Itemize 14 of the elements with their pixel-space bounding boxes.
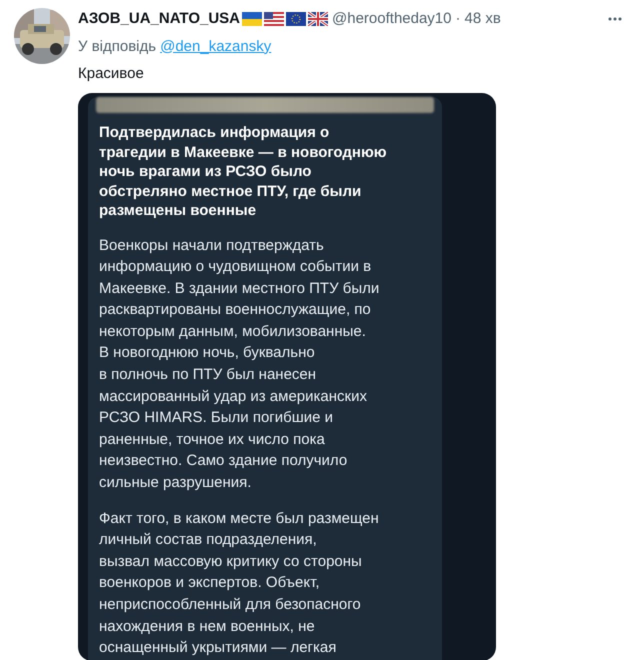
tweet-text: Красивое: [78, 64, 145, 84]
user-handle[interactable]: @herooftheday10: [332, 8, 452, 30]
flag-icon: [242, 12, 262, 26]
message-paragraph: Факт того, в каком месте был размещен личный состав подразделения, вызвал массовую критику со стороны военкоров и экспертов. Объект, неприспособленный для безопасного нахождения в нем военных, не оснащенный укрытиями — легкая: [98, 508, 380, 658]
message-title: Подтвердилась информация о трагедии в Макеевке — в новогоднюю ночь врагами из РСЗО было обстреляно местное ПТУ, где были размещены военные: [98, 123, 388, 220]
eu-flag-icon: [286, 12, 306, 26]
reply-label: У відповідь: [78, 38, 156, 54]
more-icon[interactable]: [608, 17, 622, 22]
flag-icon: [308, 12, 328, 26]
display-name: АЗОВ_UA_NATO_USA: [78, 9, 240, 29]
timestamp[interactable]: 48 хв: [464, 8, 501, 30]
separator: ·: [456, 9, 460, 29]
flag-icon: [264, 12, 284, 26]
message-paragraph: Военкоры начали подтверждать информацию о чудовищном событии в Макеевке. В здании местного ПТУ были расквартированы военнослужащие, по некоторым данным, мобилизованные. В новогоднюю ночь, буквально в полночь по ПТУ был нанесен массированный удар из американских РСЗО HIMARS. Были погибшие и раненные, точное их число пока неизвестно. Само здание получило сильные разрушения.: [98, 236, 380, 494]
